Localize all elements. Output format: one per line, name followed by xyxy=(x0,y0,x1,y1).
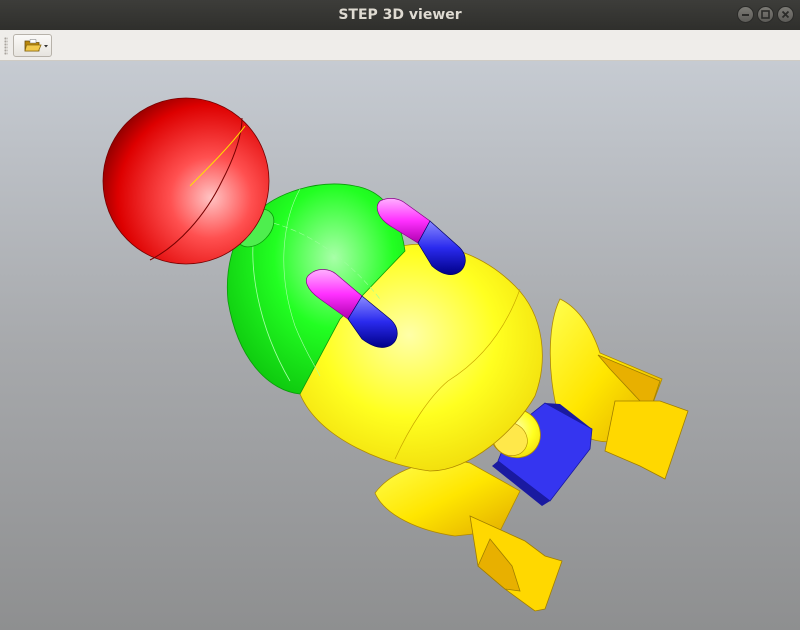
chevron-down-icon xyxy=(44,45,48,48)
toolbar-grip[interactable] xyxy=(4,37,8,55)
toolbar xyxy=(0,30,800,61)
title-bar[interactable]: STEP 3D viewer xyxy=(0,0,800,30)
app-window: STEP 3D viewer xyxy=(0,0,800,630)
head-sphere[interactable] xyxy=(102,97,270,265)
close-icon[interactable] xyxy=(777,6,794,23)
folder-open-icon xyxy=(24,39,42,52)
open-file-button[interactable] xyxy=(13,34,52,57)
window-title: STEP 3D viewer xyxy=(338,7,462,23)
window-controls xyxy=(737,6,794,24)
3d-viewport[interactable] xyxy=(0,61,800,630)
maximize-icon[interactable] xyxy=(757,6,774,23)
minimize-icon[interactable] xyxy=(737,6,754,23)
model-canvas[interactable] xyxy=(0,61,800,630)
